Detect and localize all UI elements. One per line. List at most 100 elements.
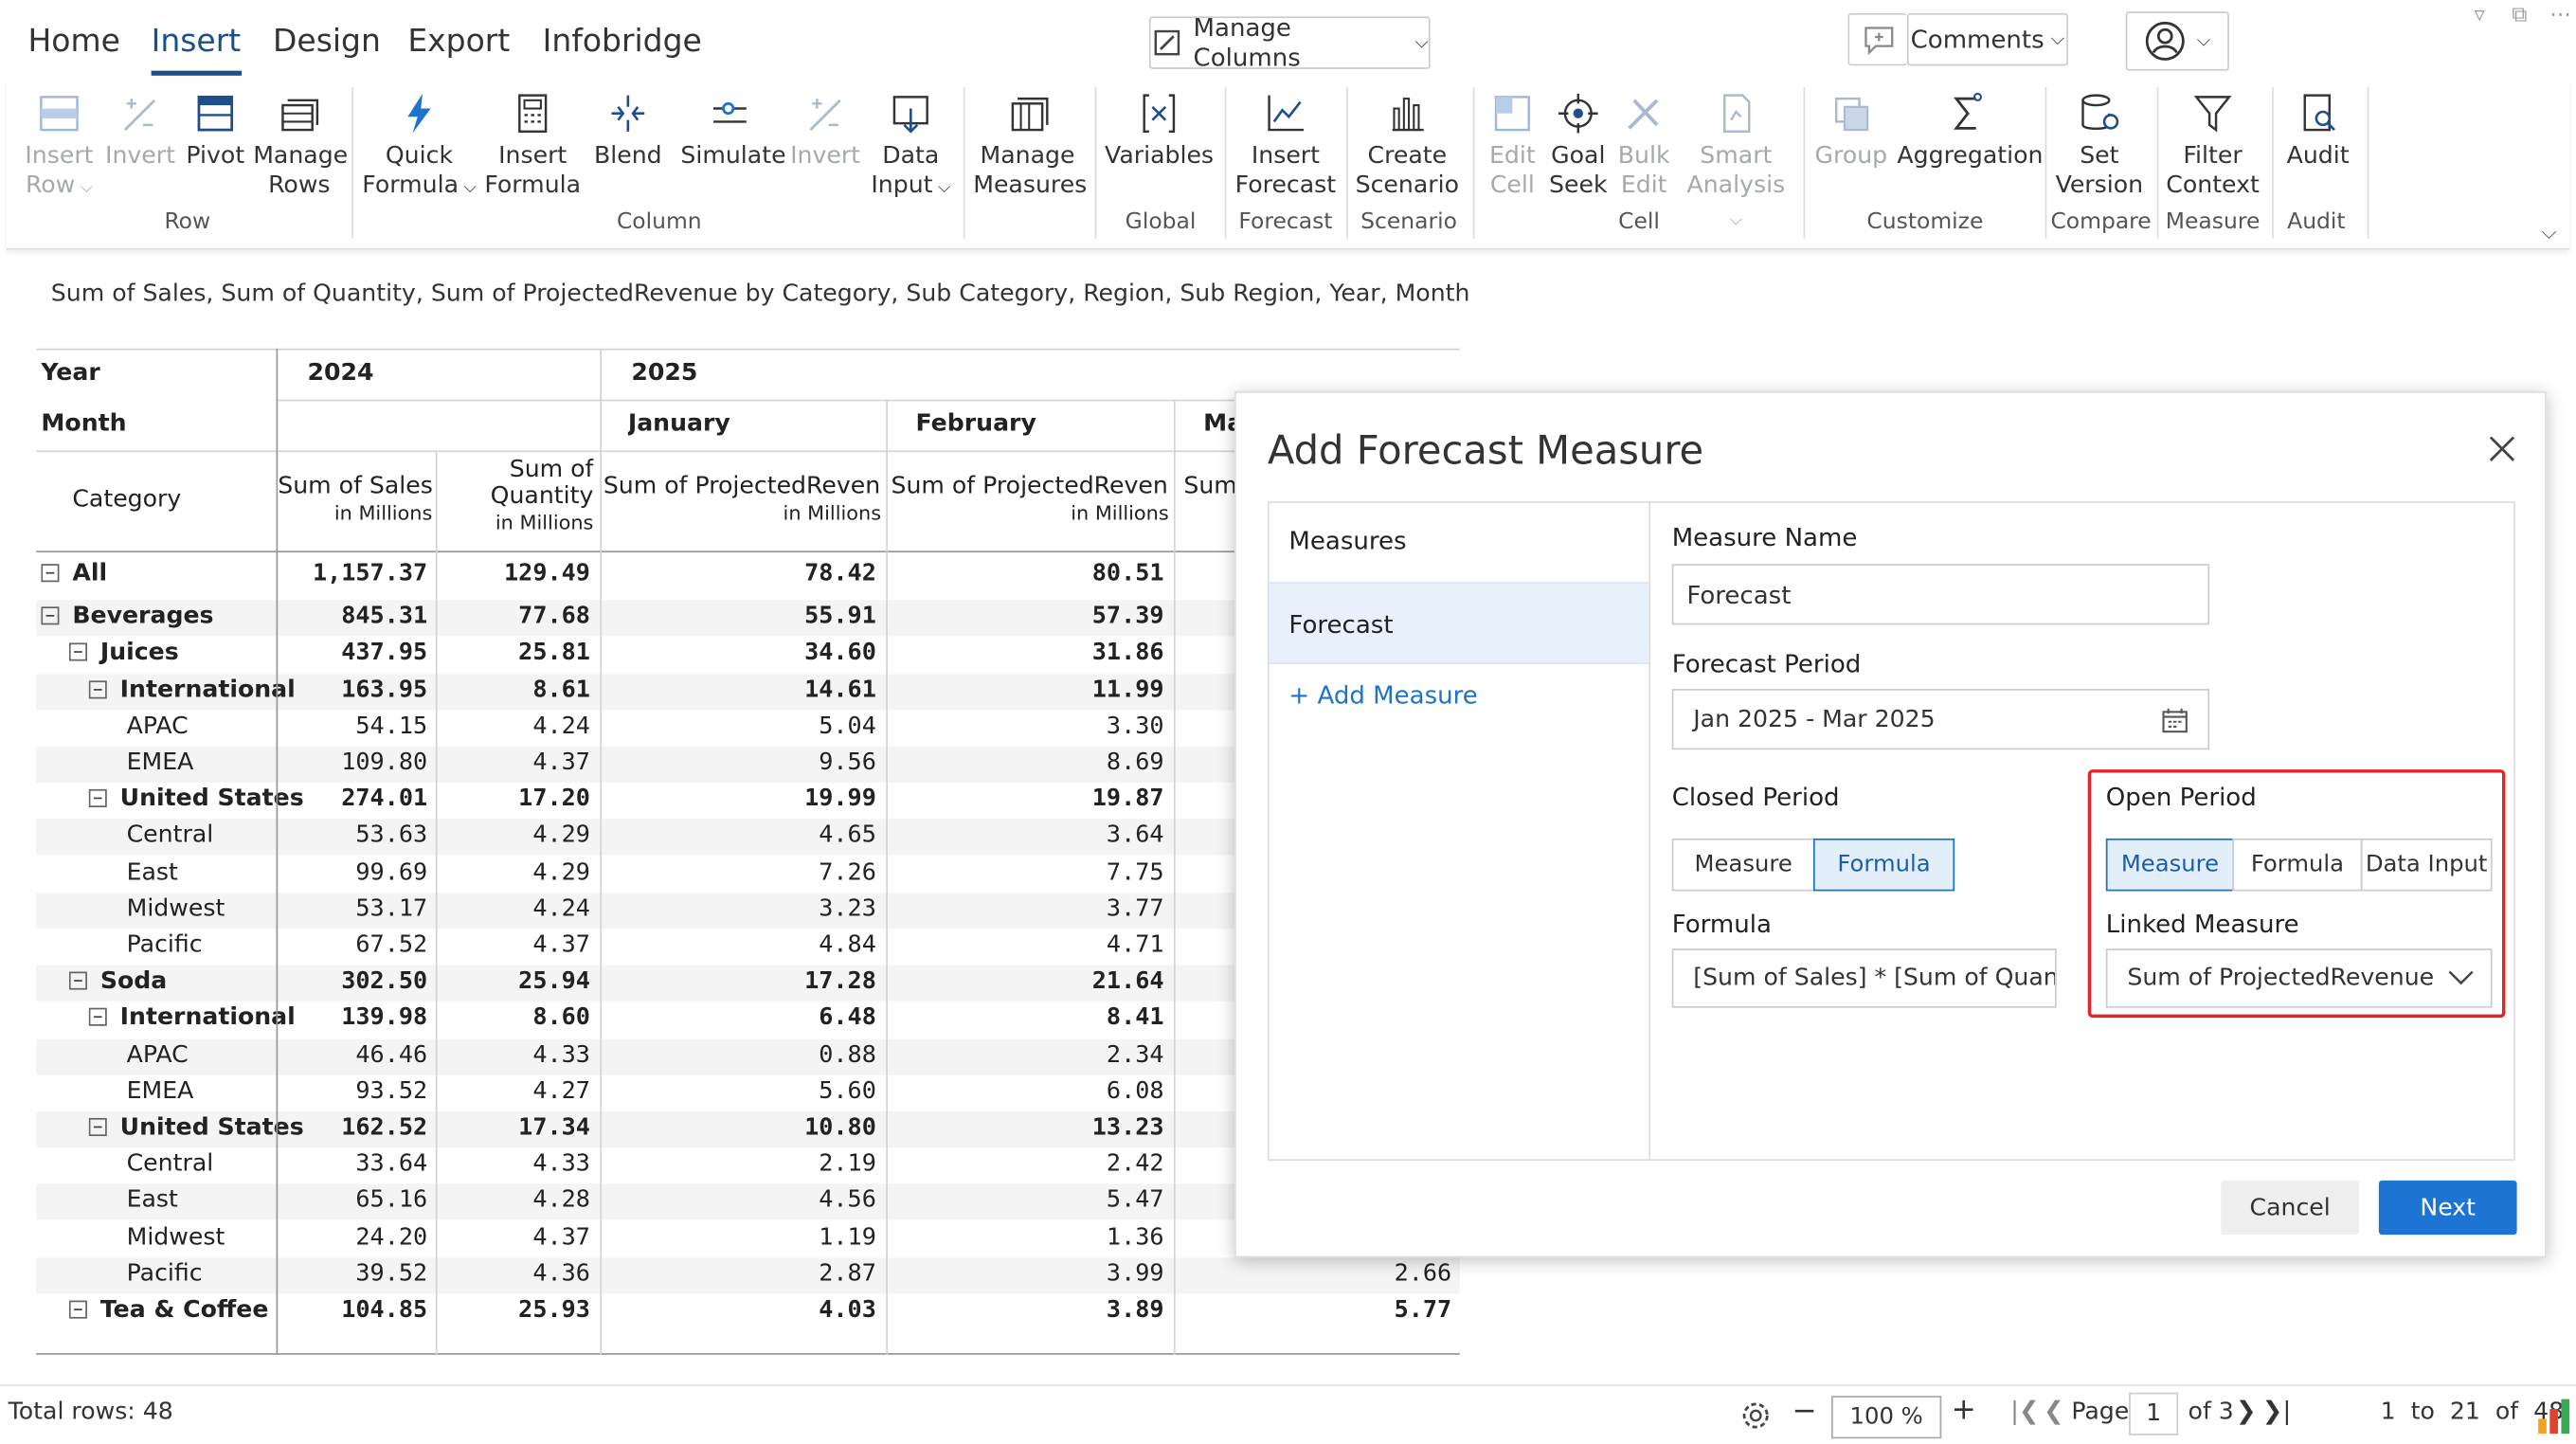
table-cell[interactable]: 8.61 <box>436 677 590 703</box>
table-cell[interactable]: 17.20 <box>436 786 590 813</box>
tab-insert[interactable]: Insert <box>151 23 241 76</box>
table-cell[interactable]: 33.64 <box>277 1151 427 1178</box>
collapse-icon[interactable] <box>88 1008 107 1027</box>
table-cell[interactable]: 104.85 <box>277 1297 427 1324</box>
table-cell[interactable]: 4.84 <box>600 932 876 959</box>
table-cell[interactable]: 4.37 <box>436 1224 590 1251</box>
table-cell[interactable]: 3.89 <box>886 1297 1164 1324</box>
table-cell[interactable]: 4.65 <box>600 822 876 849</box>
edit-cell-button[interactable]: Edit Cell <box>1480 89 1545 201</box>
open-period-measure-option[interactable]: Measure <box>2105 838 2235 892</box>
table-cell[interactable]: 14.61 <box>600 677 876 703</box>
first-page-icon[interactable]: |❮ <box>2010 1396 2040 1425</box>
collapse-icon[interactable] <box>88 1117 107 1137</box>
add-measure-link[interactable]: + Add Measure <box>1288 680 1477 710</box>
sum-of-quantity-header[interactable]: Sum of Quantity in Millions <box>438 457 594 535</box>
table-cell[interactable]: 302.50 <box>277 968 427 995</box>
audit-button[interactable]: Audit <box>2281 89 2353 171</box>
bulk-edit-button[interactable]: Bulk Edit <box>1611 89 1676 201</box>
tab-home[interactable]: Home <box>27 23 119 59</box>
table-cell[interactable]: 54.15 <box>277 713 427 740</box>
table-cell[interactable]: 4.56 <box>600 1187 876 1214</box>
table-cell[interactable]: 3.23 <box>600 895 876 922</box>
calendar-icon[interactable] <box>2160 705 2189 734</box>
variables-button[interactable]: Variables <box>1105 89 1214 171</box>
table-cell[interactable]: 25.93 <box>436 1297 590 1324</box>
table-cell[interactable]: 53.63 <box>277 822 427 849</box>
last-page-icon[interactable]: ❯| <box>2262 1396 2292 1425</box>
table-cell[interactable]: 4.37 <box>436 932 590 959</box>
table-cell[interactable]: 31.86 <box>886 641 1164 667</box>
table-cell[interactable]: 8.69 <box>886 749 1164 776</box>
table-cell[interactable]: 55.91 <box>600 604 876 630</box>
fullscreen-icon[interactable]: ⧉ <box>2512 3 2527 27</box>
zoom-in-icon[interactable]: + <box>1952 1393 1976 1427</box>
ribbon-collapse-icon[interactable]: ⌵ <box>2542 221 2557 245</box>
table-cell[interactable]: 78.42 <box>600 561 876 587</box>
table-cell[interactable]: 3.99 <box>886 1261 1164 1288</box>
table-cell[interactable]: 17.28 <box>600 968 876 995</box>
collapse-icon[interactable] <box>88 679 107 698</box>
forecast-period-input[interactable]: Jan 2025 - Mar 2025 <box>1671 689 2210 750</box>
table-cell[interactable]: 3.64 <box>886 822 1164 849</box>
table-cell[interactable]: 25.94 <box>436 968 590 995</box>
quick-formula-button[interactable]: Quick Formula ⌵ <box>362 89 477 204</box>
user-menu-button[interactable]: ⌵ <box>2125 11 2229 71</box>
sum-of-sales-header[interactable]: Sum of Sales in Millions <box>278 474 432 527</box>
close-icon[interactable] <box>2487 434 2516 463</box>
insert-row-button[interactable]: Insert Row ⌵ <box>23 89 95 204</box>
table-cell[interactable]: 163.95 <box>277 677 427 703</box>
add-comment-button[interactable] <box>1847 12 1907 66</box>
manage-rows-button[interactable]: Manage Rows <box>253 89 348 201</box>
table-cell[interactable]: 19.99 <box>600 786 876 813</box>
gear-icon[interactable] <box>1739 1399 1773 1433</box>
table-cell[interactable]: 8.41 <box>886 1005 1164 1032</box>
table-cell[interactable]: 7.75 <box>886 859 1164 886</box>
collapse-icon[interactable] <box>68 643 87 662</box>
open-period-formula-option[interactable]: Formula <box>2232 838 2363 892</box>
table-cell[interactable]: 99.69 <box>277 859 427 886</box>
measure-name-input[interactable]: Forecast <box>1671 564 2210 625</box>
create-scenario-button[interactable]: Create Scenario <box>1353 89 1462 201</box>
table-cell[interactable]: 6.48 <box>600 1005 876 1032</box>
manage-columns-button[interactable]: Manage Columns ⌵ <box>1148 13 1431 72</box>
data-input-button[interactable]: Data Input ⌵ <box>868 89 953 204</box>
closed-period-formula-option[interactable]: Formula <box>1812 838 1955 892</box>
aggregation-button[interactable]: Aggregation <box>1897 89 2043 171</box>
table-cell[interactable]: 77.68 <box>436 604 590 630</box>
table-cell[interactable]: 80.51 <box>886 561 1164 587</box>
table-cell[interactable]: 0.88 <box>600 1041 876 1068</box>
table-cell[interactable]: 2.87 <box>600 1261 876 1288</box>
month-january-header[interactable]: January <box>628 411 730 438</box>
open-period-data-input-option[interactable]: Data Input <box>2360 838 2493 892</box>
group-button[interactable]: Group <box>1810 89 1892 171</box>
table-cell[interactable]: 4.24 <box>436 895 590 922</box>
zoom-input[interactable]: 100 % <box>1831 1396 1942 1439</box>
table-cell[interactable]: 5.60 <box>600 1078 876 1105</box>
table-cell[interactable]: 845.31 <box>277 604 427 630</box>
table-cell[interactable]: 10.80 <box>600 1114 876 1141</box>
table-cell[interactable]: 5.77 <box>1174 1297 1452 1324</box>
year-2024-header[interactable]: 2024 <box>307 360 373 387</box>
table-cell[interactable]: 25.81 <box>436 641 590 667</box>
table-cell[interactable]: 46.46 <box>277 1041 427 1068</box>
table-cell[interactable]: 24.20 <box>277 1224 427 1251</box>
table-cell[interactable]: 274.01 <box>277 786 427 813</box>
table-cell[interactable]: 21.64 <box>886 968 1164 995</box>
category-header[interactable]: Category <box>72 487 181 514</box>
table-cell[interactable]: 1.36 <box>886 1224 1164 1251</box>
table-cell[interactable]: 57.39 <box>886 604 1164 630</box>
collapse-icon[interactable] <box>88 789 107 808</box>
table-cell[interactable]: 53.17 <box>277 895 427 922</box>
table-cell[interactable]: 5.04 <box>600 713 876 740</box>
set-version-button[interactable]: Set Version <box>2052 89 2148 201</box>
projected-revenue-feb-header[interactable]: Sum of ProjectedRevenue in Millions <box>891 474 1168 527</box>
tab-export[interactable]: Export <box>407 23 510 59</box>
more-icon[interactable]: ⋯ <box>2549 3 2571 27</box>
table-cell[interactable]: 4.29 <box>436 822 590 849</box>
measure-list-item-forecast[interactable]: Forecast <box>1269 582 1649 665</box>
manage-measures-button[interactable]: Manage Measures <box>973 89 1087 201</box>
table-cell[interactable]: 7.26 <box>600 859 876 886</box>
collapse-icon[interactable] <box>41 606 60 625</box>
collapse-icon[interactable] <box>68 1300 87 1319</box>
